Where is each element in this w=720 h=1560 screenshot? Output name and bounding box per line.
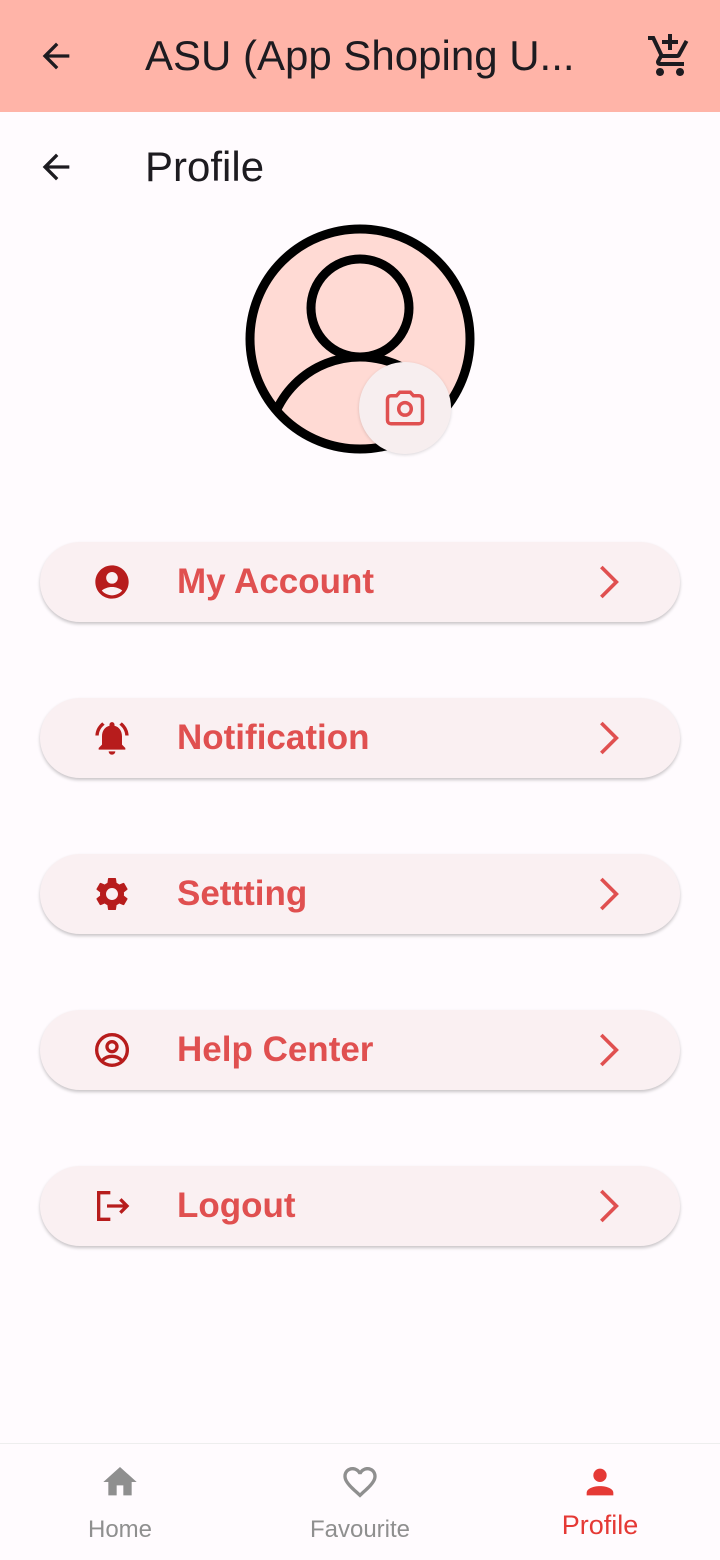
page-title: Profile (145, 143, 265, 190)
menu-item-help-center[interactable]: Help Center (40, 1010, 680, 1090)
nav-label: Favourite (309, 1516, 411, 1543)
camera-icon (385, 390, 425, 426)
nav-item-home[interactable]: Home (0, 1444, 240, 1560)
app-title: ASU (App Shoping U... (145, 32, 575, 79)
chevron-right-icon (588, 874, 628, 914)
account-circle-icon (92, 562, 132, 602)
notification-bell-icon (92, 718, 132, 758)
page-back-button[interactable] (28, 139, 84, 195)
change-photo-button[interactable] (359, 362, 451, 454)
help-center-icon (92, 1030, 132, 1070)
menu-item-logout[interactable]: Logout (40, 1166, 680, 1246)
menu-item-label: Settting (177, 874, 308, 913)
chevron-right-icon (588, 718, 628, 758)
logout-icon (92, 1186, 132, 1226)
nav-item-profile[interactable]: Profile (480, 1444, 720, 1560)
add-to-cart-button[interactable] (642, 28, 698, 84)
add-shopping-cart-icon (648, 34, 689, 76)
chevron-right-icon (588, 1030, 628, 1070)
nav-item-favourite[interactable]: Favourite (240, 1444, 480, 1560)
chevron-right-icon (588, 562, 628, 602)
nav-label: Profile (561, 1510, 639, 1540)
menu-item-label: Notification (177, 718, 370, 757)
arrow-back-icon (42, 42, 70, 70)
arrow-back-icon (42, 153, 70, 181)
menu-item-label: My Account (177, 562, 375, 601)
menu-item-label: Help Center (177, 1030, 374, 1069)
app-root: ASU (App Shoping U... Profile My Account… (0, 0, 720, 1560)
menu-item-setting[interactable]: Settting (40, 854, 680, 934)
app-bar: ASU (App Shoping U... (0, 0, 720, 112)
menu-item-notification[interactable]: Notification (40, 698, 680, 778)
bottom-navigation: Home Favourite Profile (0, 1443, 720, 1560)
gear-icon (92, 874, 132, 914)
chevron-right-icon (588, 1186, 628, 1226)
menu-item-my-account[interactable]: My Account (40, 542, 680, 622)
heart-outline-icon (340, 1462, 380, 1502)
person-icon (580, 1462, 620, 1502)
nav-label: Home (87, 1516, 153, 1543)
home-icon (100, 1462, 140, 1502)
appbar-back-button[interactable] (28, 28, 84, 84)
menu-item-label: Logout (177, 1186, 296, 1225)
